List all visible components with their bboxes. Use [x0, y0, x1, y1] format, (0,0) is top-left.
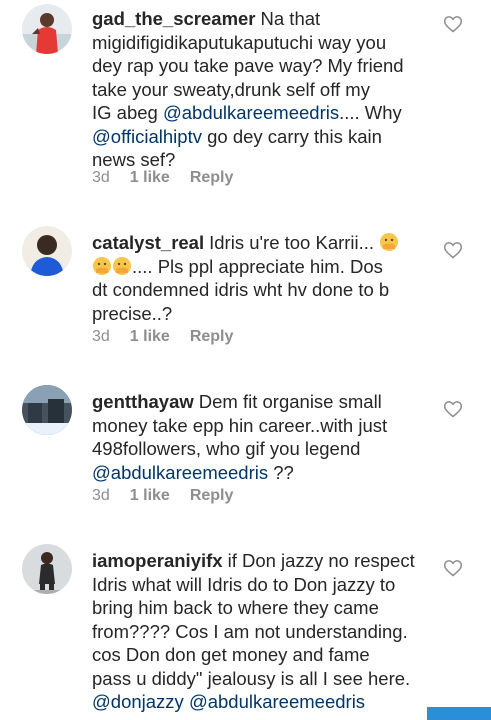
mention-link[interactable]: @officialhiptv — [92, 126, 202, 147]
comment-username[interactable]: gentthayaw — [92, 391, 194, 412]
avatar[interactable] — [22, 544, 72, 594]
comment-text: gad_the_screamer Na that migidifigidikapu… — [92, 8, 404, 170]
comment-meta: 3d 1 like Reply — [92, 169, 253, 187]
mention-link[interactable]: @abdulkareemeedris — [189, 691, 365, 712]
comment-meta: 3d 1 like Reply — [92, 487, 253, 505]
reply-button[interactable]: Reply — [190, 169, 234, 186]
reply-button[interactable]: Reply — [190, 487, 234, 504]
heart-outline-icon[interactable] — [443, 399, 463, 419]
heart-outline-icon[interactable] — [443, 558, 463, 578]
like-count[interactable]: 1 like — [130, 487, 170, 504]
comment-time: 3d — [92, 169, 110, 186]
face-with-hand-over-mouth-emoji-icon — [113, 256, 131, 275]
comment-username[interactable]: iamoperaniyifx — [92, 550, 223, 571]
comment-username[interactable]: catalyst_real — [92, 232, 204, 253]
bottom-action-bar[interactable] — [427, 707, 491, 720]
avatar[interactable] — [22, 226, 72, 276]
comment-text: catalyst_real Idris u're too Karrii... ..… — [92, 231, 422, 325]
like-count[interactable]: 1 like — [130, 328, 170, 345]
comment-text: iamoperaniyifx if Don jazzy no respect Id… — [92, 550, 415, 712]
mention-link[interactable]: @abdulkareemeedris — [163, 102, 339, 123]
mention-link[interactable]: @abdulkareemeedris — [92, 462, 268, 483]
avatar[interactable] — [22, 385, 72, 435]
face-with-hand-over-mouth-emoji-icon — [380, 233, 399, 251]
comment-time: 3d — [92, 328, 110, 345]
reply-button[interactable]: Reply — [190, 328, 234, 345]
like-count[interactable]: 1 like — [130, 169, 170, 186]
comment-text: gentthayaw Dem fit organise small money t… — [92, 391, 388, 483]
comment-time: 3d — [92, 487, 110, 504]
comment-username[interactable]: gad_the_screamer — [92, 8, 256, 29]
heart-outline-icon[interactable] — [443, 240, 463, 260]
mention-link[interactable]: @donjazzy — [92, 691, 184, 712]
heart-outline-icon[interactable] — [443, 14, 463, 34]
avatar[interactable] — [22, 4, 72, 54]
comment-meta: 3d 1 like Reply — [92, 328, 253, 346]
face-with-hand-over-mouth-emoji-icon — [93, 256, 111, 275]
